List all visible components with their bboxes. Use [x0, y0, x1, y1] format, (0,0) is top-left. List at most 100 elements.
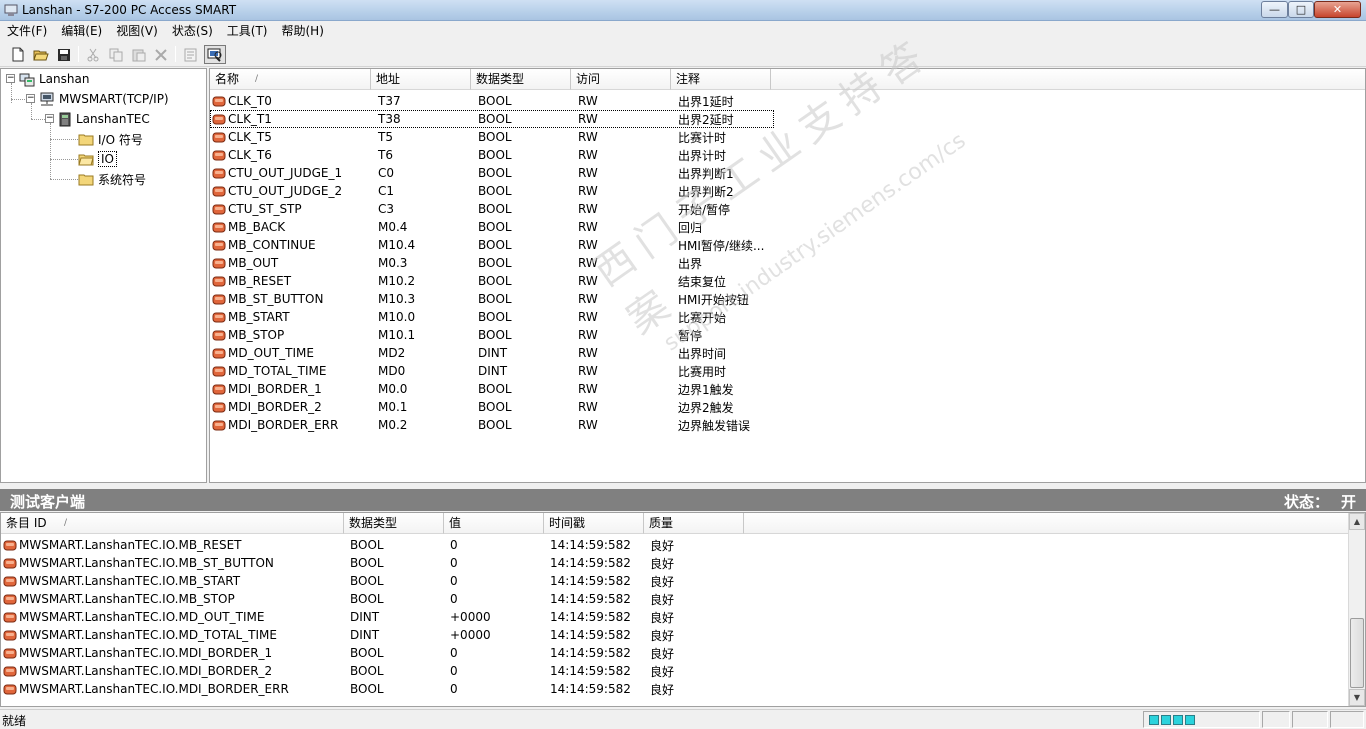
collapse-icon[interactable]: −	[26, 94, 35, 103]
minimize-button[interactable]: —	[1261, 1, 1288, 18]
table-row[interactable]: MD_OUT_TIME MD2 DINT RW 出界时间	[210, 344, 774, 362]
cell-address: T6	[378, 148, 393, 162]
table-row[interactable]: CLK_T6 T6 BOOL RW 出界计时	[210, 146, 774, 164]
column-header-empty	[771, 69, 1365, 90]
table-row[interactable]: MB_ST_BUTTON M10.3 BOOL RW HMI开始按钮	[210, 290, 774, 308]
table-row[interactable]: MWSMART.LanshanTEC.IO.MDI_BORDER_1 BOOL 0 1…	[1, 644, 746, 662]
table-row[interactable]: MWSMART.LanshanTEC.IO.MB_ST_BUTTON BOOL 0 1…	[1, 554, 746, 572]
cell-comment: 出界计时	[678, 148, 727, 163]
menu-status[interactable]: 状态(S)	[165, 22, 220, 41]
table-row[interactable]: CTU_ST_STP C3 BOOL RW 开始/暂停	[210, 200, 774, 218]
tree-item-io[interactable]: IO	[78, 150, 117, 168]
menu-help[interactable]: 帮助(H)	[275, 22, 331, 41]
cell-timestamp: 14:14:59:582	[550, 538, 631, 552]
column-header-empty	[744, 513, 1349, 534]
tree-item-plc-connection[interactable]: MWSMART(TCP/IP)	[39, 90, 169, 108]
cell-datatype: BOOL	[478, 94, 512, 108]
table-row[interactable]: MWSMART.LanshanTEC.IO.MDI_BORDER_ERR BOOL…	[1, 680, 746, 698]
table-row[interactable]: MDI_BORDER_2 M0.1 BOOL RW 边界2触发	[210, 398, 774, 416]
column-header-access[interactable]: 访问	[571, 69, 671, 90]
table-row[interactable]: CTU_OUT_JUDGE_2 C1 BOOL RW 出界判断2	[210, 182, 774, 200]
cell-datatype: BOOL	[478, 400, 512, 414]
scroll-up-icon[interactable]: ▲	[1349, 513, 1365, 530]
cell-datatype: BOOL	[478, 130, 512, 144]
maximize-button[interactable]: □	[1288, 1, 1314, 18]
scroll-thumb[interactable]	[1350, 618, 1364, 688]
close-button[interactable]: ✕	[1314, 1, 1361, 18]
table-row[interactable]: MB_OUT M0.3 BOOL RW 出界	[210, 254, 774, 272]
status-bar: 就绪	[0, 709, 1366, 728]
table-row[interactable]: MWSMART.LanshanTEC.IO.MB_RESET BOOL 0 14:14…	[1, 536, 746, 554]
tree-item-root[interactable]: Lanshan	[19, 70, 89, 88]
cell-address: M10.0	[378, 310, 416, 324]
table-row[interactable]: MWSMART.LanshanTEC.IO.MB_START BOOL 0 14:14…	[1, 572, 746, 590]
menu-edit[interactable]: 编辑(E)	[54, 22, 109, 41]
test-client-icon[interactable]	[204, 45, 226, 64]
tag-icon	[3, 558, 17, 569]
table-row[interactable]: MDI_BORDER_1 M0.0 BOOL RW 边界1触发	[210, 380, 774, 398]
table-row[interactable]: MWSMART.LanshanTEC.IO.MB_STOP BOOL 0 14:14:…	[1, 590, 746, 608]
column-header-comment[interactable]: 注释	[671, 69, 771, 90]
column-header-quality[interactable]: 质量	[644, 513, 744, 534]
menu-tools[interactable]: 工具(T)	[220, 22, 275, 41]
cell-datatype: BOOL	[478, 166, 512, 180]
table-row[interactable]: MD_TOTAL_TIME MD0 DINT RW 比赛用时	[210, 362, 774, 380]
tree-item-io-symbols[interactable]: I/O 符号	[78, 130, 143, 148]
table-row[interactable]: MB_STOP M10.1 BOOL RW 暂停	[210, 326, 774, 344]
table-row[interactable]: MB_CONTINUE M10.4 BOOL RW HMI暂停/继续...	[210, 236, 774, 254]
cell-access: RW	[578, 418, 598, 432]
table-row[interactable]: CTU_OUT_JUDGE_1 C0 BOOL RW 出界判断1	[210, 164, 774, 182]
column-header-datatype[interactable]: 数据类型	[471, 69, 571, 90]
table-row[interactable]: MWSMART.LanshanTEC.IO.MD_OUT_TIME DINT +00…	[1, 608, 746, 626]
column-header-value[interactable]: 值	[444, 513, 544, 534]
status-led-icon	[1173, 715, 1183, 725]
cell-quality: 良好	[650, 556, 675, 571]
cell-timestamp: 14:14:59:582	[550, 556, 631, 570]
properties-icon[interactable]	[180, 45, 200, 64]
cell-quality: 良好	[650, 646, 675, 661]
cell-name: MD_TOTAL_TIME	[210, 364, 374, 378]
plc-icon	[59, 112, 71, 126]
cell-comment: 结束复位	[678, 274, 727, 289]
cell-name: MDI_BORDER_1	[210, 382, 374, 396]
collapse-icon[interactable]: −	[6, 74, 15, 83]
collapse-icon[interactable]: −	[45, 114, 54, 123]
vertical-scrollbar[interactable]: ▲ ▼	[1348, 513, 1365, 706]
cell-access: RW	[578, 112, 598, 126]
cell-datatype: DINT	[350, 610, 380, 624]
cell-access: RW	[578, 220, 598, 234]
table-row[interactable]: MWSMART.LanshanTEC.IO.MDI_BORDER_2 BOOL 0 1…	[1, 662, 746, 680]
column-header-address[interactable]: 地址	[371, 69, 471, 90]
cell-quality: 良好	[650, 610, 675, 625]
open-folder-icon[interactable]	[31, 45, 51, 64]
table-row[interactable]: CLK_T1 T38 BOOL RW 出界2延时	[210, 110, 774, 128]
scroll-down-icon[interactable]: ▼	[1349, 689, 1365, 706]
delete-icon[interactable]	[151, 45, 171, 64]
tree-item-plc[interactable]: LanshanTEC	[58, 110, 150, 128]
menu-view[interactable]: 视图(V)	[109, 22, 165, 41]
cut-icon[interactable]	[83, 45, 103, 64]
table-row[interactable]: CLK_T5 T5 BOOL RW 比赛计时	[210, 128, 774, 146]
table-row[interactable]: CLK_T0 T37 BOOL RW 出界1延时	[210, 92, 774, 110]
table-row[interactable]: MB_RESET M10.2 BOOL RW 结束复位	[210, 272, 774, 290]
menu-file[interactable]: 文件(F)	[0, 22, 54, 41]
cell-access: RW	[578, 364, 598, 378]
save-icon[interactable]	[54, 45, 74, 64]
column-header-datatype[interactable]: 数据类型	[344, 513, 444, 534]
cell-datatype: BOOL	[478, 292, 512, 306]
column-header-item-id[interactable]: 条目 ID ∕	[1, 513, 344, 534]
table-row[interactable]: MB_BACK M0.4 BOOL RW 回归	[210, 218, 774, 236]
cell-quality: 良好	[650, 664, 675, 679]
column-header-name[interactable]: 名称 ∕	[210, 69, 371, 90]
table-row[interactable]: MDI_BORDER_ERR M0.2 BOOL RW 边界触发错误	[210, 416, 774, 434]
new-file-icon[interactable]	[8, 45, 28, 64]
column-header-timestamp[interactable]: 时间戳	[544, 513, 644, 534]
tree-item-system-symbols[interactable]: 系统符号	[78, 170, 146, 188]
folder-icon	[78, 134, 94, 145]
table-row[interactable]: MB_START M10.0 BOOL RW 比赛开始	[210, 308, 774, 326]
symbol-table-header: 名称 ∕ 地址 数据类型 访问 注释	[210, 69, 1365, 90]
table-row[interactable]: MWSMART.LanshanTEC.IO.MD_TOTAL_TIME DINT +…	[1, 626, 746, 644]
paste-icon[interactable]	[129, 45, 149, 64]
copy-icon[interactable]	[106, 45, 126, 64]
status-panel	[1292, 711, 1328, 728]
